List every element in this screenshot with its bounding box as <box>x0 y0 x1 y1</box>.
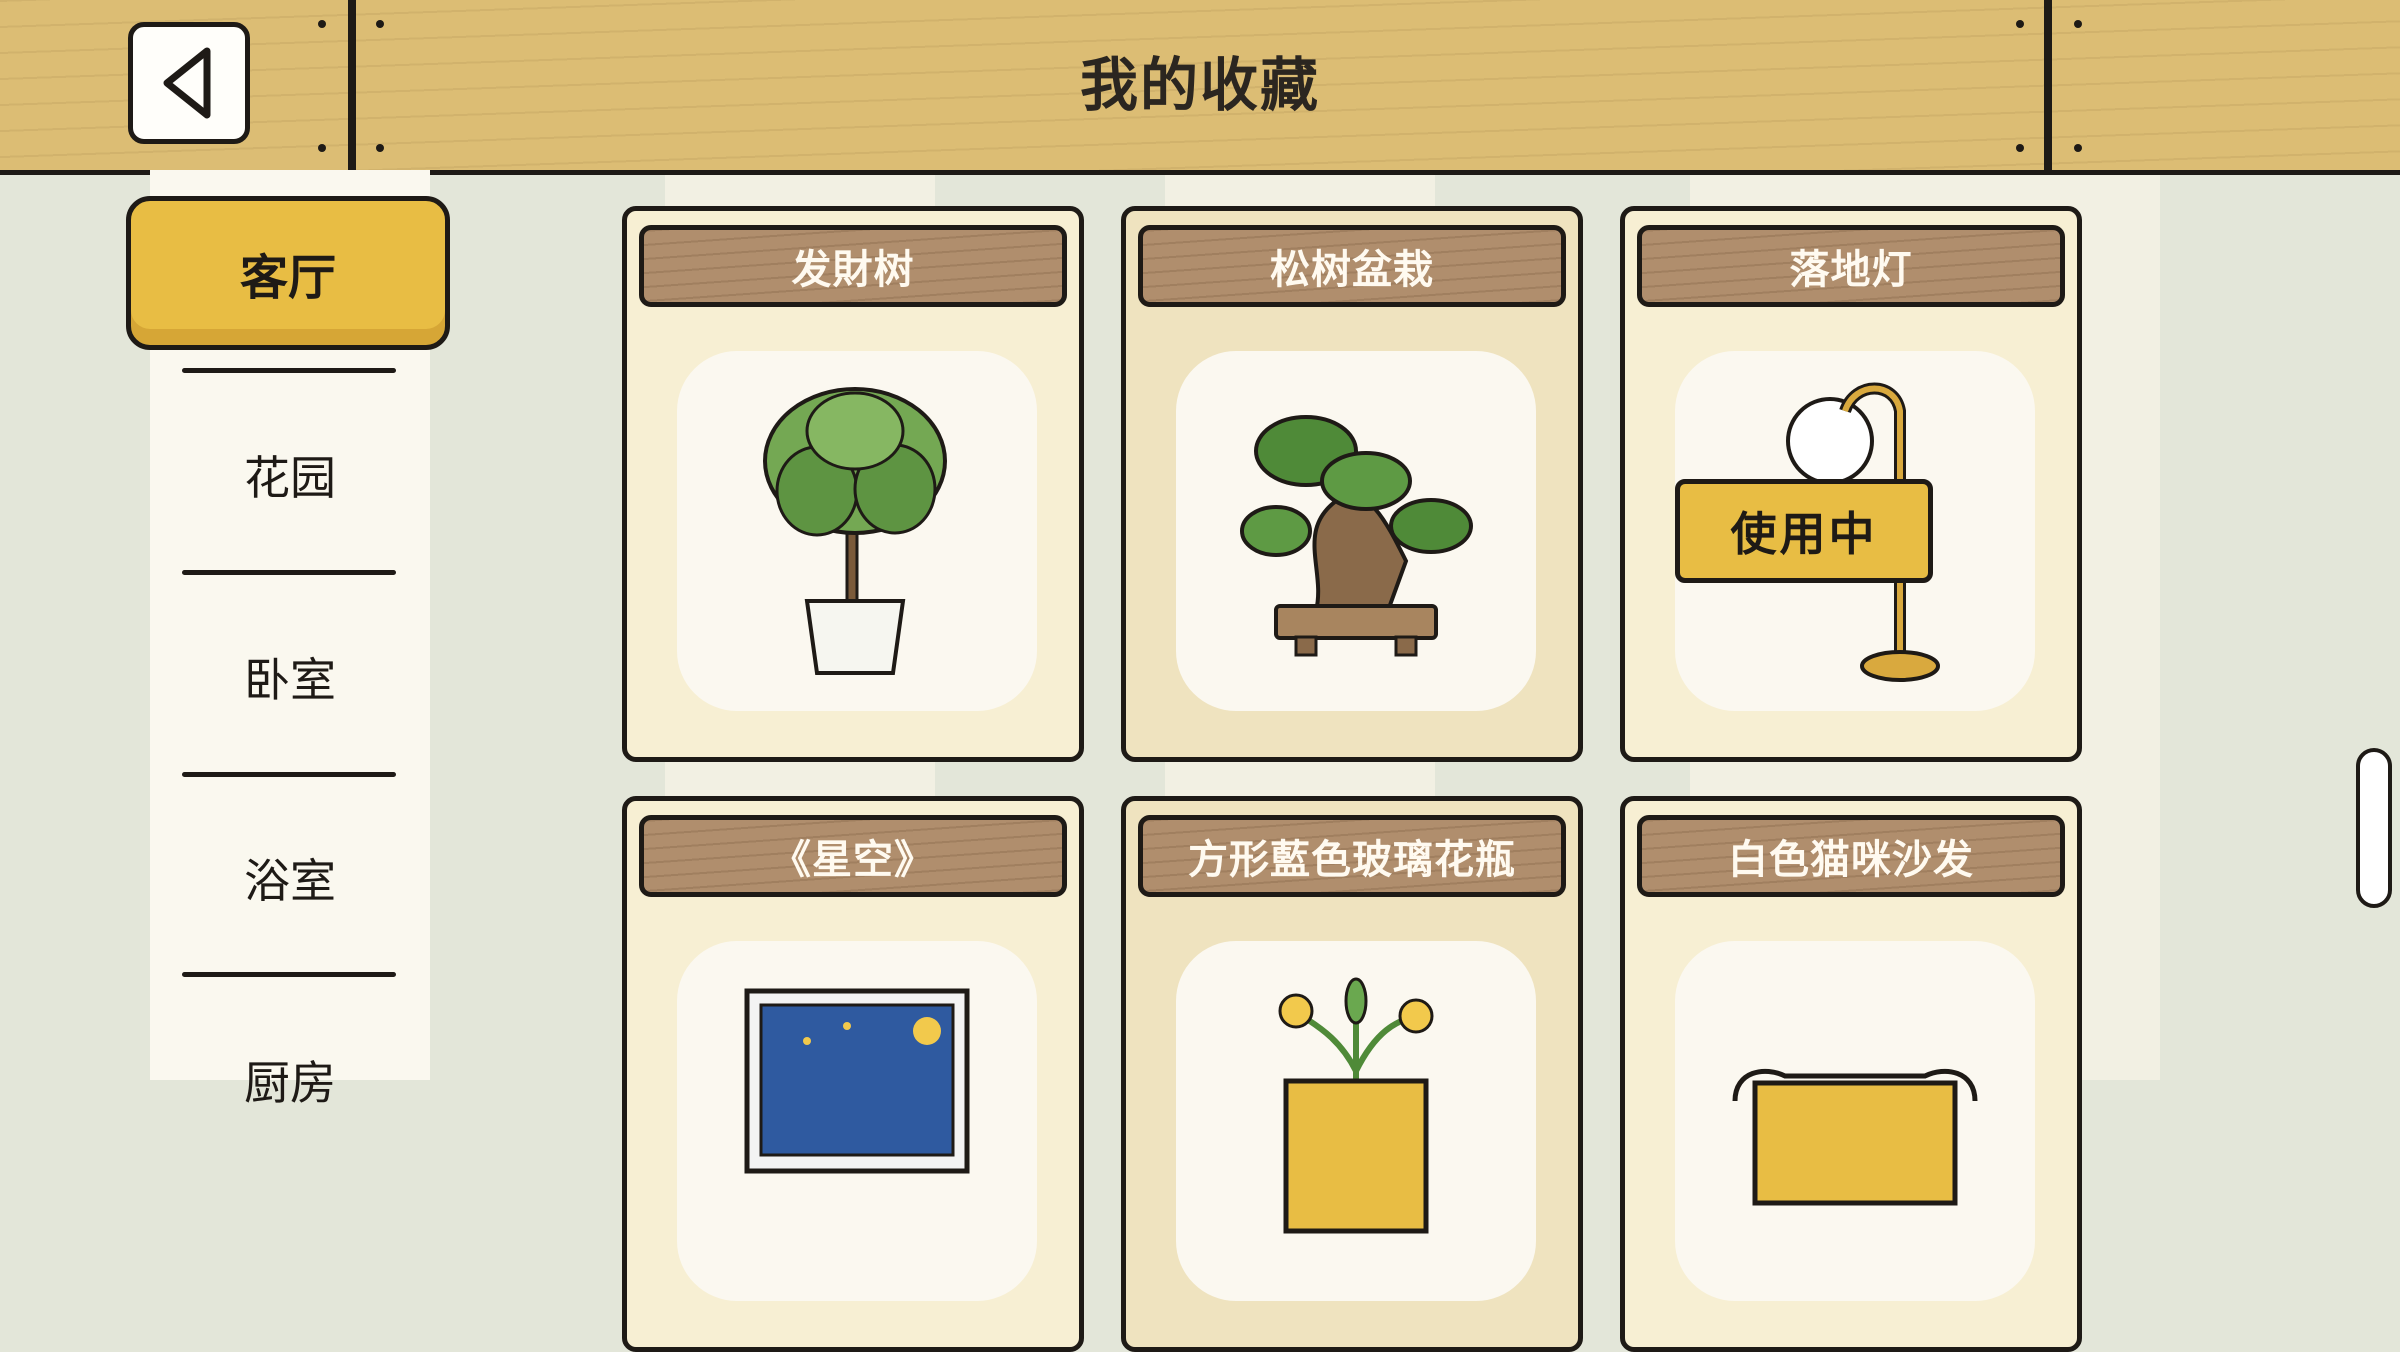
category-tab-garden[interactable]: 花园 <box>150 415 430 535</box>
scrollbar-thumb[interactable] <box>2356 748 2392 908</box>
category-tab-bathroom[interactable]: 浴室 <box>150 818 430 938</box>
rivet <box>2074 20 2082 28</box>
back-button[interactable] <box>128 22 250 144</box>
category-tab-bedroom[interactable]: 卧室 <box>150 617 430 737</box>
item-name-label: 白色猫咪沙发 <box>1637 815 2065 897</box>
rivet <box>376 20 384 28</box>
category-divider <box>182 772 396 777</box>
category-divider <box>182 570 396 575</box>
rivet <box>376 144 384 152</box>
item-image-frame <box>677 351 1037 711</box>
header-bar: 我的收藏 <box>0 0 2400 175</box>
category-divider <box>182 972 396 977</box>
item-card-starry-night[interactable]: 《星空》 <box>622 796 1084 1352</box>
rivet <box>2074 144 2082 152</box>
item-image-frame <box>677 941 1037 1301</box>
item-name-label: 方形藍色玻璃花瓶 <box>1138 815 1566 897</box>
rivet <box>2016 20 2024 28</box>
painting-icon <box>744 988 970 1174</box>
item-image-frame <box>1176 351 1536 711</box>
rivet <box>318 144 326 152</box>
item-card-money-tree[interactable]: 发財树 <box>622 206 1084 762</box>
money-tree-icon <box>763 387 947 675</box>
category-tab-kitchen[interactable]: 厨房 <box>150 1020 430 1140</box>
item-card-vase[interactable]: 方形藍色玻璃花瓶 <box>1121 796 1583 1352</box>
bonsai-icon <box>1240 415 1473 657</box>
category-divider <box>182 368 396 373</box>
vase-icon <box>1278 977 1434 1234</box>
item-card-floor-lamp[interactable]: 落地灯 使用中 <box>1620 206 2082 762</box>
item-card-bonsai[interactable]: 松树盆栽 <box>1121 206 1583 762</box>
cat-sofa-icon <box>1732 1068 1978 1206</box>
page-title: 我的收藏 <box>1079 51 1320 119</box>
item-name-label: 《星空》 <box>639 815 1067 897</box>
item-card-cat-sofa[interactable]: 白色猫咪沙发 <box>1620 796 2082 1352</box>
plank-divider <box>2044 0 2052 170</box>
item-name-label: 发財树 <box>639 225 1067 307</box>
in-use-badge: 使用中 <box>1675 479 1933 583</box>
back-arrow-icon <box>163 47 211 119</box>
category-tab-living-room[interactable]: 客厅 <box>126 196 450 350</box>
item-image-frame <box>1675 941 2035 1301</box>
rivet <box>318 20 326 28</box>
rivet <box>2016 144 2024 152</box>
item-name-label: 落地灯 <box>1637 225 2065 307</box>
item-name-label: 松树盆栽 <box>1138 225 1566 307</box>
item-image-frame <box>1176 941 1536 1301</box>
